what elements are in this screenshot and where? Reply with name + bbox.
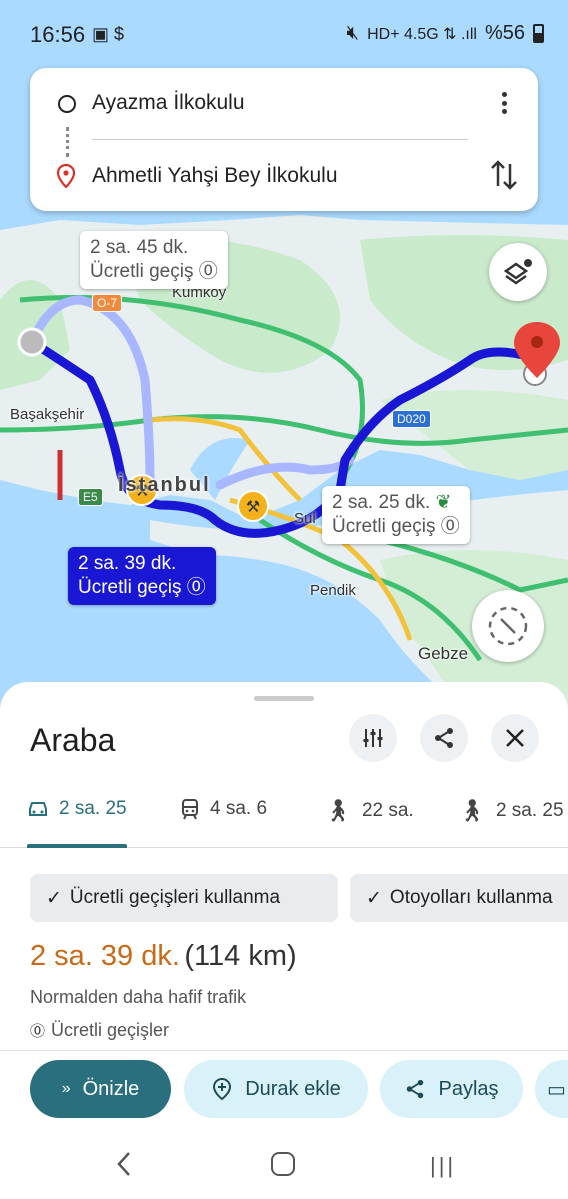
status-indicators: 🔇︎ HD+ 4.5G ⇅ .ıll %56 bbox=[346, 22, 544, 45]
share-icon bbox=[407, 1079, 424, 1099]
road-shield-o7: O-7 bbox=[92, 294, 123, 312]
place-basaksehir: Başakşehir bbox=[10, 406, 85, 423]
chip-avoid-highways[interactable]: ✓ Otoyolları kullanma bbox=[350, 874, 568, 922]
notification-icons: ▣ $ bbox=[92, 24, 125, 44]
drag-handle[interactable] bbox=[254, 696, 314, 701]
tab-driving[interactable]: 2 sa. 25 bbox=[27, 798, 127, 820]
eco-leaf-icon: ❦ bbox=[435, 492, 452, 513]
share-button[interactable]: Paylaş bbox=[380, 1060, 523, 1118]
battery-percent: %56 bbox=[484, 22, 525, 44]
car-icon bbox=[29, 802, 47, 816]
route-options-button[interactable] bbox=[349, 714, 397, 762]
chip-avoid-tolls[interactable]: ✓ Ücretli geçişleri kullanma bbox=[30, 874, 338, 922]
check-icon: ✓ bbox=[366, 887, 382, 909]
close-icon bbox=[506, 729, 524, 747]
transit-icon bbox=[182, 799, 198, 820]
route-label-alt-1[interactable]: 2 sa. 45 dk. Ücretli geçiş ⓪ bbox=[80, 231, 228, 289]
more-options-icon[interactable] bbox=[492, 88, 516, 118]
toll-icon: ⓪ bbox=[198, 261, 218, 282]
travel-mode-tabs: 2 sa. 25 4 sa. 6 🚶︎ 22 sa. 🚶︎ 2 sa. 25 bbox=[0, 782, 568, 848]
tab-ride[interactable]: 🚶︎ 2 sa. 25 bbox=[458, 798, 564, 824]
place-istanbul: İstanbul bbox=[118, 474, 211, 496]
route-label-selected[interactable]: 2 sa. 39 dk. Ücretli geçiş ⓪ bbox=[68, 547, 216, 605]
traffic-note: Normalden daha hafif trafik bbox=[30, 987, 247, 1007]
directions-card: Ayazma İlkokulu Ahmetli Yahşi Bey İlkoku… bbox=[30, 68, 538, 211]
network-icon: HD+ 4.5G ⇅ .ıll bbox=[367, 25, 477, 43]
share-icon bbox=[435, 728, 453, 748]
check-icon: ✓ bbox=[46, 887, 62, 909]
active-tab-indicator bbox=[27, 844, 127, 848]
tab-walking[interactable]: 🚶︎ 22 sa. bbox=[324, 798, 414, 824]
status-time: 16:56 bbox=[30, 22, 86, 47]
place-sultanbeyli: Sul bbox=[294, 510, 316, 527]
destination-field[interactable]: Ahmetli Yahşi Bey İlkokulu bbox=[92, 164, 338, 188]
toll-icon: ⓪ bbox=[30, 1023, 46, 1040]
route-label-alt-2[interactable]: 2 sa. 25 dk. ❦ Ücretli geçiş ⓪ bbox=[322, 486, 470, 544]
route-duration: 2 sa. 39 dk. bbox=[30, 940, 180, 972]
toll-note: ⓪ Ücretli geçişler bbox=[30, 1020, 170, 1040]
sheet-title: Araba bbox=[30, 722, 116, 758]
sliders-icon bbox=[363, 729, 383, 747]
layers-icon bbox=[503, 259, 532, 285]
origin-marker bbox=[17, 327, 47, 357]
home-icon[interactable] bbox=[271, 1152, 295, 1176]
layers-button[interactable] bbox=[489, 243, 547, 301]
route-dots bbox=[66, 127, 69, 157]
walk-icon: 🚶︎ bbox=[324, 798, 352, 823]
add-stop-button[interactable]: Durak ekle bbox=[184, 1060, 368, 1118]
double-chevron-icon: » bbox=[61, 1080, 71, 1097]
route-distance: (114 km) bbox=[184, 940, 297, 972]
share-route-button[interactable] bbox=[420, 714, 468, 762]
add-stop-icon bbox=[213, 1077, 232, 1101]
system-nav-bar: ||| bbox=[0, 1130, 568, 1199]
place-pendik: Pendik bbox=[310, 582, 356, 599]
destination-pin-icon bbox=[56, 164, 76, 188]
place-gebze: Gebze bbox=[418, 644, 469, 663]
swap-icon[interactable] bbox=[488, 158, 520, 192]
road-shield-d020: D020 bbox=[392, 410, 431, 428]
more-actions-button[interactable]: ▭ bbox=[535, 1060, 568, 1118]
mute-icon: 🔇︎ bbox=[346, 22, 360, 44]
origin-circle-icon bbox=[58, 95, 76, 113]
recent-apps-icon[interactable]: ||| bbox=[430, 1153, 456, 1179]
bookmark-icon: ▭ bbox=[547, 1078, 566, 1101]
divider bbox=[0, 1050, 568, 1051]
directions-sheet: Araba 2 sa. 25 4 sa. 6 🚶︎ 22 sa. 🚶︎ 2 sa… bbox=[0, 682, 568, 1199]
preview-button[interactable]: » Önizle bbox=[30, 1060, 171, 1118]
recenter-button[interactable] bbox=[472, 590, 544, 662]
hike-icon: 🚶︎ bbox=[458, 798, 486, 823]
battery-icon bbox=[533, 24, 544, 43]
back-icon[interactable] bbox=[114, 1150, 134, 1178]
tab-transit[interactable]: 4 sa. 6 bbox=[180, 798, 267, 820]
status-bar: 16:56 ▣ $ 🔇︎ HD+ 4.5G ⇅ .ıll %56 bbox=[0, 0, 568, 68]
origin-field[interactable]: Ayazma İlkokulu bbox=[92, 91, 245, 115]
divider bbox=[92, 139, 468, 140]
svg-text:⚒: ⚒ bbox=[246, 497, 260, 516]
toll-icon: ⓪ bbox=[440, 516, 460, 537]
route-summary: 2 sa. 39 dk. (114 km) bbox=[30, 940, 297, 973]
close-button[interactable] bbox=[491, 714, 539, 762]
compass-icon bbox=[488, 606, 528, 646]
toll-icon: ⓪ bbox=[186, 577, 206, 598]
road-shield-e5: E5 bbox=[78, 488, 103, 506]
